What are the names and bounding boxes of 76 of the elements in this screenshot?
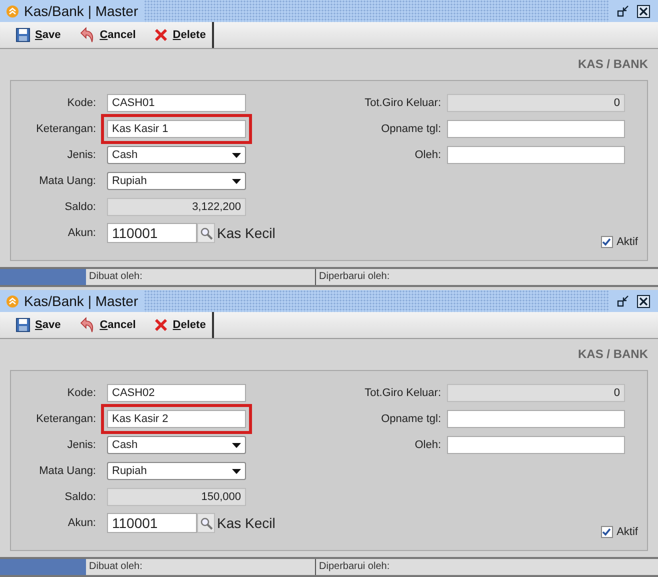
cancel-button[interactable]: Cancel [72,312,142,338]
lookup-button[interactable] [197,513,215,533]
checkbox[interactable] [600,526,613,538]
restore-icon[interactable] [617,5,629,17]
field-label: Mata Uang: [38,465,96,477]
input-field[interactable]: 110001 [107,513,197,533]
dropdown[interactable]: Cash [107,436,246,454]
readonly-field: 0 [447,94,625,112]
window-title: Kas/Bank | Master [24,293,138,309]
restore-icon[interactable] [617,295,629,307]
input-field[interactable] [447,410,625,428]
delete-button[interactable]: Delete [148,312,212,338]
form-heading: KAS / BANK [576,346,648,363]
check-icon [602,528,612,536]
field-label: Opname tgl: [380,413,441,425]
dropdown-arrow-icon [232,178,241,184]
input-field[interactable] [447,436,625,454]
field-label: Tot.Giro Keluar: [364,97,441,109]
dropdown[interactable]: Rupiah [107,172,246,190]
input-field[interactable]: 110001 [107,223,197,243]
updated-by-label: Diperbarui oleh: [318,270,390,284]
undo-arrow-icon [78,317,95,333]
dropdown-arrow-icon [232,152,241,158]
app-icon [6,4,19,18]
delete-x-icon [154,28,168,42]
readonly-field: 3,122,200 [107,198,246,216]
field-label: Keterangan: [35,123,96,135]
input-field[interactable]: CASH01 [107,94,246,112]
input-field[interactable]: CASH02 [107,384,246,402]
field-label: Saldo: [64,491,96,503]
checkbox-label: Aktif [616,236,638,248]
checkbox-label: Aktif [616,526,638,538]
field-label: Oleh: [414,439,441,451]
checkbox[interactable] [600,236,613,248]
field-label: Keterangan: [35,413,96,425]
field-label: Saldo: [64,201,96,213]
cancel-button[interactable]: Cancel [72,22,142,48]
search-icon [200,516,212,530]
created-by-label: Dibuat oleh: [86,269,316,285]
input-field[interactable]: Kas Kasir 1 [107,120,246,138]
undo-arrow-icon [78,27,95,43]
field-label: Akun: [66,227,96,239]
field-label: Mata Uang: [38,175,96,187]
dropdown[interactable]: Rupiah [107,462,246,480]
lookup-button[interactable] [197,223,215,243]
save-button[interactable]: Save [10,22,67,48]
app-icon [6,294,19,308]
dropdown-arrow-icon [232,442,241,448]
close-icon[interactable] [637,4,650,18]
field-label: Akun: [66,517,96,529]
field-label: Opname tgl: [380,123,441,135]
field-label: Oleh: [414,149,441,161]
readonly-field: 0 [447,384,625,402]
field-label: Jenis: [66,439,96,451]
account-name: Kas Kecil [217,515,276,531]
updated-by-label: Diperbarui oleh: [318,560,390,574]
close-icon[interactable] [637,294,650,308]
field-label: Kode: [66,97,96,109]
input-field[interactable] [447,146,625,164]
save-button[interactable]: Save [10,312,67,338]
account-name: Kas Kecil [217,225,276,241]
delete-button[interactable]: Delete [148,22,212,48]
created-by-label: Dibuat oleh: [86,559,316,575]
dropdown[interactable]: Cash [107,146,246,164]
window-title: Kas/Bank | Master [24,3,138,19]
delete-x-icon [154,318,168,332]
dropdown-arrow-icon [232,468,241,474]
readonly-field: 150,000 [107,488,246,506]
search-icon [200,226,212,240]
input-field[interactable] [447,120,625,138]
form-heading: KAS / BANK [576,56,648,73]
field-label: Kode: [66,387,96,399]
field-label: Jenis: [66,149,96,161]
check-icon [602,238,612,246]
input-field[interactable]: Kas Kasir 2 [107,410,246,428]
field-label: Tot.Giro Keluar: [364,387,441,399]
